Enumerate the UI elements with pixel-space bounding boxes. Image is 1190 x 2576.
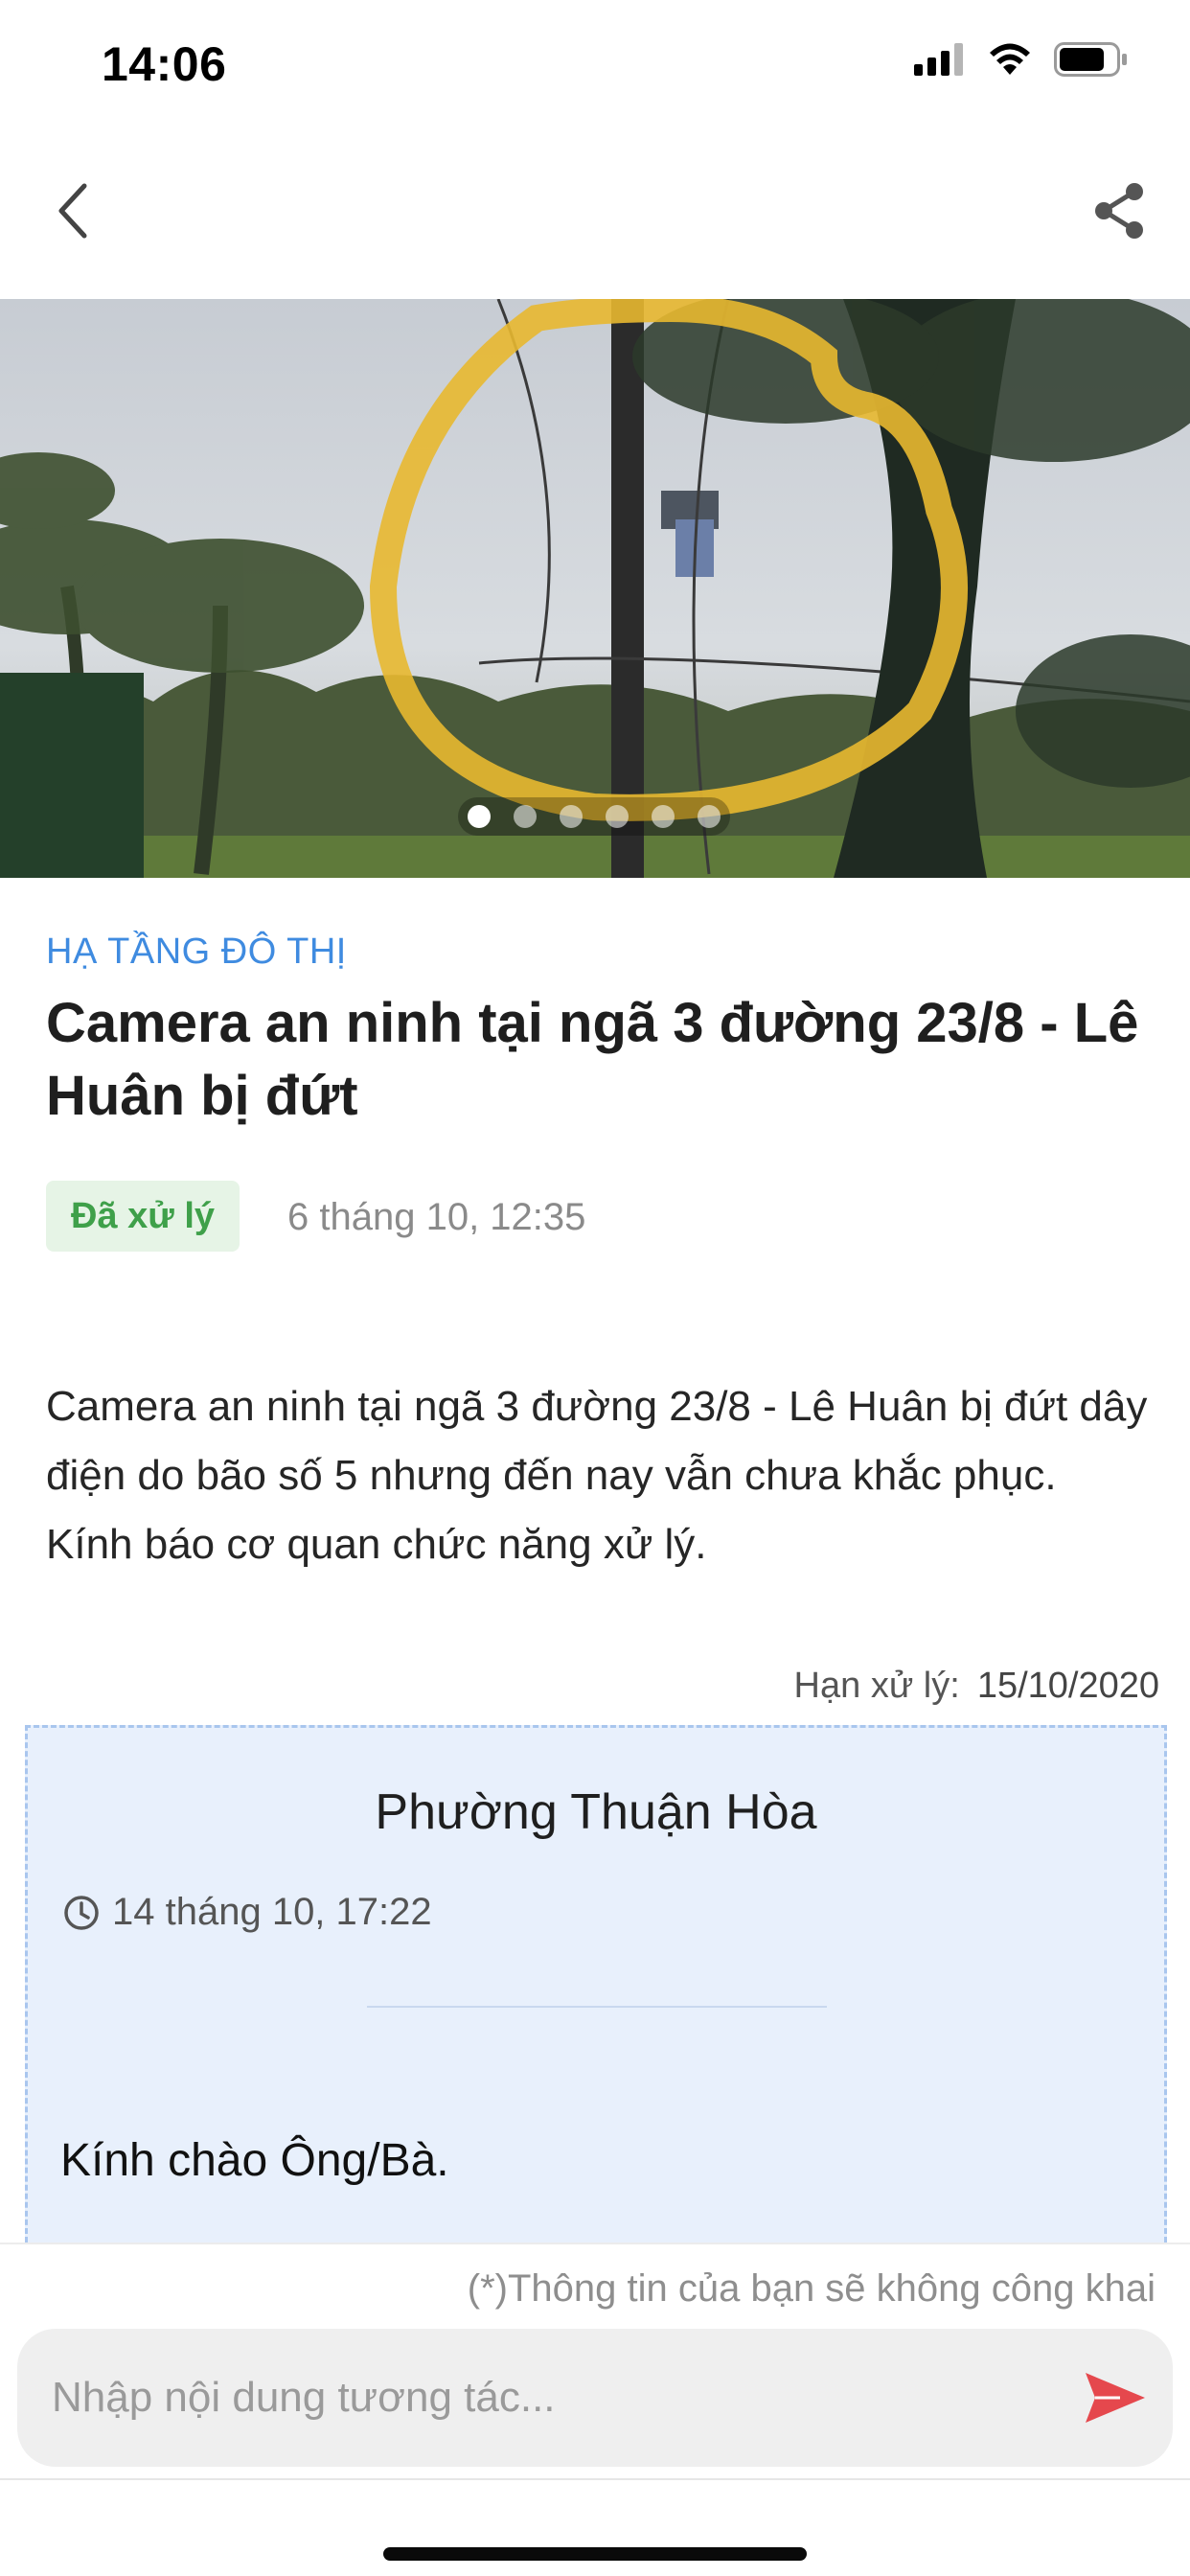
carousel-dot-1[interactable] bbox=[468, 805, 491, 828]
message-input[interactable] bbox=[52, 2329, 1048, 2467]
responder-name: Phường Thuận Hòa bbox=[375, 1784, 817, 1840]
report-category: HẠ TẦNG ĐÔ THỊ bbox=[46, 932, 347, 972]
status-icons bbox=[914, 42, 1129, 81]
posted-time: 6 tháng 10, 12:35 bbox=[287, 1196, 586, 1238]
response-greeting: Kính chào Ông/Bà. bbox=[60, 2135, 449, 2186]
home-indicator bbox=[383, 2547, 807, 2561]
report-photo bbox=[0, 299, 1190, 878]
nav-bar bbox=[0, 125, 1190, 297]
response-divider bbox=[367, 2006, 827, 2008]
cellular-signal-icon bbox=[914, 43, 966, 80]
status-bar: 14:06 bbox=[0, 0, 1190, 125]
report-title: Camera an ninh tại ngã 3 đường 23/8 - Lê… bbox=[46, 992, 1139, 1127]
comment-composer: (*)Thông tin của bạn sẽ không công khai bbox=[0, 2242, 1190, 2576]
response-time: 14 tháng 10, 17:22 bbox=[62, 1891, 432, 1934]
privacy-note: (*)Thông tin của bạn sẽ không công khai bbox=[467, 2267, 1156, 2310]
share-icon bbox=[1095, 183, 1143, 239]
clock-icon bbox=[64, 1895, 99, 1930]
deadline: Hạn xử lý: 15/10/2020 bbox=[794, 1666, 1159, 1707]
carousel-dot-6[interactable] bbox=[698, 805, 721, 828]
report-description: Camera an ninh tại ngã 3 đường 23/8 - Lê… bbox=[46, 1383, 1148, 1568]
status-badge: Đã xử lý bbox=[46, 1181, 240, 1252]
carousel-dot-5[interactable] bbox=[652, 805, 675, 828]
send-icon bbox=[1086, 2373, 1145, 2423]
bottom-divider bbox=[0, 2478, 1190, 2480]
photo-carousel[interactable] bbox=[0, 299, 1190, 878]
deadline-label: Hạn xử lý: bbox=[793, 1666, 960, 1706]
carousel-dot-2[interactable] bbox=[514, 805, 537, 828]
wifi-icon bbox=[987, 42, 1033, 81]
send-button[interactable] bbox=[1077, 2359, 1154, 2436]
deadline-value: 15/10/2020 bbox=[976, 1666, 1159, 1706]
carousel-dot-3[interactable] bbox=[560, 805, 583, 828]
status-time: 14:06 bbox=[102, 37, 227, 91]
back-button[interactable] bbox=[34, 172, 111, 249]
battery-icon bbox=[1054, 42, 1129, 81]
carousel-dots bbox=[458, 797, 730, 836]
response-time-text: 14 tháng 10, 17:22 bbox=[112, 1891, 432, 1933]
chevron-left-icon bbox=[58, 183, 87, 239]
message-input-wrap bbox=[17, 2329, 1173, 2467]
share-button[interactable] bbox=[1081, 172, 1157, 249]
carousel-dot-4[interactable] bbox=[606, 805, 629, 828]
response-card: Phường Thuận Hòa 14 tháng 10, 17:22 Kính… bbox=[25, 1725, 1167, 2242]
